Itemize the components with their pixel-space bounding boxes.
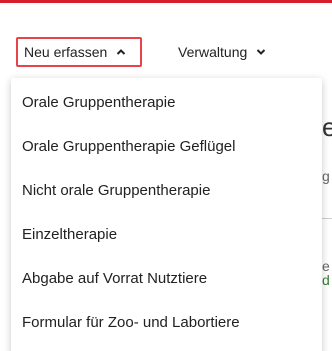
- menu-item-label: Einzeltherapie: [22, 225, 118, 243]
- menu-item-label: Orale Gruppentherapie: [22, 93, 176, 111]
- chevron-up-icon: [116, 48, 126, 56]
- menu-item-label: Abgabe auf Vorrat Nutztiere: [22, 269, 208, 287]
- menu-item-stock-dispensing-livestock[interactable]: Abgabe auf Vorrat Nutztiere: [11, 258, 322, 298]
- menu-item-label: Formular für Zoo- und Labortiere: [22, 313, 240, 331]
- nav-administration-label: Verwaltung: [178, 44, 248, 60]
- menu-item-oral-group-therapy[interactable]: Orale Gruppentherapie: [11, 82, 322, 122]
- menu-item-zoo-lab-animals-form[interactable]: Formular für Zoo- und Labortiere: [11, 302, 322, 342]
- menu-item-individual-therapy[interactable]: Einzeltherapie: [11, 214, 322, 254]
- background-text-fragment: g: [322, 168, 330, 184]
- page: Neu erfassen Verwaltung e g e d Orale Gr…: [0, 0, 332, 351]
- menu-item-label: Nicht orale Gruppentherapie: [22, 181, 211, 199]
- nav-new-entry-button[interactable]: Neu erfassen: [16, 37, 142, 67]
- new-entry-dropdown-menu: Orale Gruppentherapie Orale Gruppenthera…: [11, 78, 322, 351]
- background-text-fragment: d: [322, 272, 330, 288]
- nav-new-entry-label: Neu erfassen: [24, 44, 108, 60]
- menu-item-non-oral-group-therapy[interactable]: Nicht orale Gruppentherapie: [11, 170, 322, 210]
- background-heading-fragment: e: [322, 112, 332, 142]
- nav-administration-button[interactable]: Verwaltung: [178, 37, 266, 67]
- main-navigation: Neu erfassen Verwaltung: [0, 3, 332, 75]
- menu-item-oral-group-therapy-poultry[interactable]: Orale Gruppentherapie Geflügel: [11, 126, 322, 166]
- menu-item-label: Orale Gruppentherapie Geflügel: [22, 137, 236, 155]
- chevron-down-icon: [256, 48, 266, 56]
